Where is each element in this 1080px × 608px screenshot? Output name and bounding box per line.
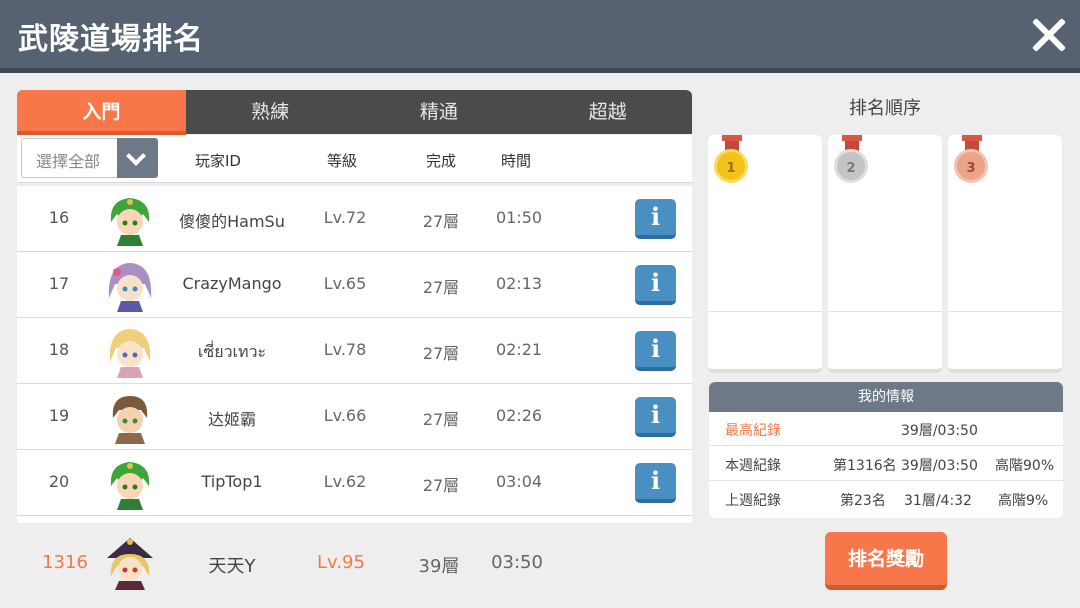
last-week-record-label: 上週紀錄: [725, 493, 781, 509]
week-record-row: 本週紀錄 第1316名 39層/03:50 高階90%: [709, 447, 1063, 481]
list-header: 選擇全部 玩家ID 等級 完成 時間: [17, 135, 692, 183]
rank-number: 16: [48, 208, 70, 227]
week-record-tier: 高階90%: [995, 458, 1055, 474]
my-floors: 39層: [418, 556, 460, 577]
last-week-record-value: 31層/4:32: [904, 493, 972, 509]
window-title: 武陵道場排名: [18, 22, 204, 57]
table-row: 20 TipTop1 Lv.62 27層 03:04 i: [17, 450, 692, 516]
rank-number: 17: [48, 274, 70, 293]
my-info-panel: 我的情報 最高紀錄 39層/03:50 本週紀錄 第1316名 39層/03:5…: [709, 382, 1063, 518]
info-button[interactable]: i: [635, 397, 676, 437]
ranking-reward-button[interactable]: 排名獎勵: [825, 532, 947, 590]
info-button[interactable]: i: [635, 463, 676, 503]
player-avatar: [103, 258, 157, 312]
player-name: เซี่ยวเทวะ: [197, 342, 267, 361]
gold-medal-icon: 1: [714, 135, 750, 185]
my-rank: 1316: [42, 552, 88, 573]
tab-master[interactable]: 精通: [355, 90, 524, 134]
table-row: 16 傻傻的HamSu Lv.72 27層 01:50 i: [17, 186, 692, 252]
col-time: 時間: [501, 152, 532, 170]
rank-number: 18: [48, 340, 70, 359]
col-player-id: 玩家ID: [195, 152, 241, 170]
player-avatar: [103, 390, 157, 444]
player-name: TipTop1: [201, 472, 263, 491]
player-avatar: [103, 324, 157, 378]
my-info-title: 我的情報: [709, 382, 1063, 412]
podium-second[interactable]: 2: [828, 135, 942, 373]
rank-number: 19: [48, 406, 70, 425]
table-row: 19 达姬霸 Lv.66 27層 02:26 i: [17, 384, 692, 450]
player-name: CrazyMango: [182, 274, 282, 293]
info-button[interactable]: i: [635, 199, 676, 239]
tab-skilled[interactable]: 熟練: [186, 90, 355, 134]
week-record-value: 39層/03:50: [901, 458, 978, 474]
player-level: Lv.66: [323, 406, 367, 425]
player-name: 达姬霸: [207, 410, 256, 429]
player-avatar: [103, 456, 157, 510]
rank-number: 20: [48, 472, 70, 491]
clear-time: 02:21: [495, 340, 543, 359]
floors-completed: 27層: [422, 278, 460, 297]
floors-completed: 27層: [422, 344, 460, 363]
week-record-label: 本週紀錄: [725, 458, 781, 474]
col-done: 完成: [426, 152, 457, 170]
info-button[interactable]: i: [635, 331, 676, 371]
my-avatar: [103, 536, 157, 590]
filter-selected: 選擇全部: [36, 152, 101, 171]
filter-dropdown[interactable]: 選擇全部: [21, 138, 158, 178]
tab-transcend[interactable]: 超越: [523, 90, 692, 134]
difficulty-tabs: 入門 熟練 精通 超越: [17, 90, 692, 134]
silver-medal-icon: 2: [834, 135, 870, 185]
best-record-row: 最高紀錄 39層/03:50: [709, 412, 1063, 446]
clear-time: 03:04: [495, 472, 543, 491]
floors-completed: 27層: [422, 476, 460, 495]
my-name: 天天Y: [208, 556, 256, 577]
my-level: Lv.95: [317, 552, 365, 573]
ranking-list[interactable]: 16 傻傻的HamSu Lv.72 27層 01:50 i 17 CrazyMa…: [17, 186, 692, 523]
dropdown-toggle[interactable]: [117, 138, 158, 178]
info-button[interactable]: i: [635, 265, 676, 305]
table-row: 18 เซี่ยวเทวะ Lv.78 27層 02:21 i: [17, 318, 692, 384]
week-record-rank: 第1316名: [833, 458, 897, 474]
player-avatar: [103, 192, 157, 246]
ranking-order-title: 排名順序: [849, 98, 921, 119]
best-record-label: 最高紀錄: [725, 423, 781, 439]
player-level: Lv.65: [323, 274, 367, 293]
my-time: 03:50: [491, 552, 543, 573]
my-ranking-row: 1316 天天Y Lv.95 39層 03:50: [17, 528, 692, 598]
last-week-record-tier: 高階9%: [998, 493, 1049, 509]
clear-time: 02:13: [495, 274, 543, 293]
best-record-value: 39層/03:50: [901, 423, 978, 439]
floors-completed: 27層: [422, 212, 460, 231]
close-icon[interactable]: [1030, 16, 1068, 54]
player-level: Lv.62: [323, 472, 367, 491]
title-bar-divider: [0, 68, 1080, 73]
table-row: 17 CrazyMango Lv.65 27層 02:13 i: [17, 252, 692, 318]
player-level: Lv.78: [323, 340, 367, 359]
clear-time: 01:50: [495, 208, 543, 227]
bronze-medal-icon: 3: [954, 135, 990, 185]
last-week-record-row: 上週紀錄 第23名 31層/4:32 高階9%: [709, 482, 1063, 516]
floors-completed: 27層: [422, 410, 460, 429]
chevron-down-icon: [126, 146, 146, 166]
podium-first[interactable]: 1: [708, 135, 822, 373]
player-name: 傻傻的HamSu: [179, 212, 285, 231]
tab-beginner[interactable]: 入門: [17, 90, 186, 134]
col-level: 等級: [327, 152, 358, 170]
clear-time: 02:26: [495, 406, 543, 425]
player-level: Lv.72: [323, 208, 367, 227]
last-week-record-rank: 第23名: [840, 493, 886, 509]
podium-third[interactable]: 3: [948, 135, 1062, 373]
